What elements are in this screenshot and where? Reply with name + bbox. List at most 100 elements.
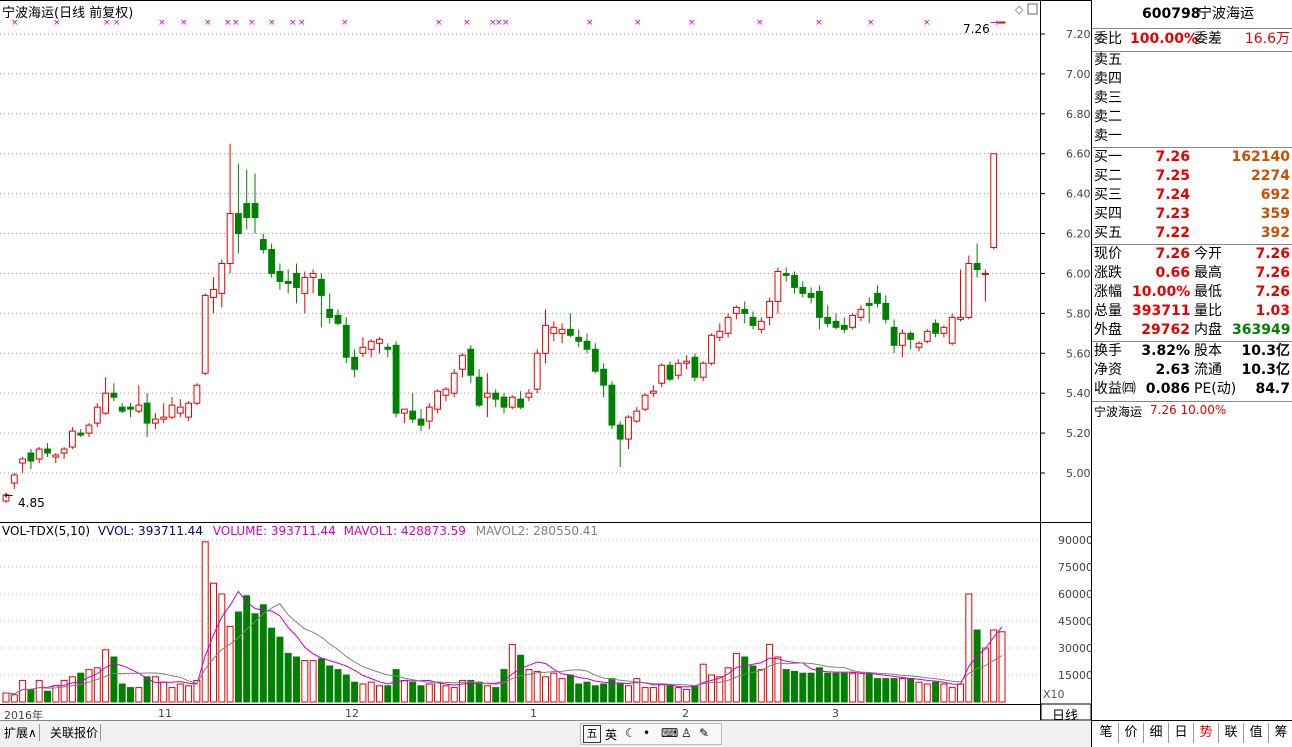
candle-body (691, 356, 699, 378)
candle-body (591, 348, 599, 372)
volume-bar (882, 678, 890, 703)
min-arrow-icon: ← (4, 489, 13, 502)
signal-marker: × (756, 18, 764, 28)
fund-row: 收益㈣ 0.086 PE(动) 84.7 (1092, 380, 1292, 399)
volume-bar (666, 685, 674, 703)
candle-body (160, 416, 168, 420)
volume-bar (309, 660, 317, 703)
volume-bar (417, 685, 425, 703)
volume-bar (898, 678, 906, 703)
wrench-icon[interactable]: ✎ (699, 726, 709, 740)
volume-bar (923, 683, 931, 703)
buy1-row: 买一 7.26 162140 (1092, 148, 1292, 167)
volume-bar (907, 678, 915, 703)
signal-marker: × (502, 18, 510, 28)
volume-bar (550, 672, 558, 703)
candle-body (409, 410, 417, 420)
volume-bar (317, 658, 325, 703)
volume-bar (276, 636, 284, 703)
ime-logo-icon[interactable]: 五 (583, 725, 601, 743)
volume-bar (2, 692, 10, 703)
tab-chips[interactable]: 筹 (1269, 723, 1292, 743)
stat-value: 7.26 (1255, 246, 1290, 262)
volume-bar (957, 683, 964, 703)
weibi-row: 委比 100.00% 委差 16.6万 (1092, 30, 1292, 49)
volume-bar (566, 674, 574, 703)
punctuation-icon[interactable]: • (643, 726, 650, 740)
candle-body (508, 396, 516, 408)
candle-body (44, 448, 51, 454)
moon-icon[interactable]: ☾ (625, 726, 636, 740)
candle-body (782, 272, 790, 276)
candle-body (923, 330, 931, 342)
candle-body (566, 328, 574, 336)
volume-bar (492, 687, 500, 703)
volume-bar (674, 687, 682, 703)
volume-bar (127, 687, 134, 703)
candle-body (633, 410, 641, 422)
fund-value: 3.82% (1141, 343, 1190, 359)
volume-bar (981, 647, 989, 703)
volume-bar (483, 685, 491, 703)
volume-bar (185, 685, 193, 703)
tab-value[interactable]: 值 (1244, 723, 1269, 743)
volume-bar (857, 672, 865, 703)
stock-code-row: 600798 宁波海运 (1092, 5, 1292, 24)
expand-tab[interactable]: 扩展∧ (2, 724, 40, 741)
candle-body (185, 402, 193, 418)
volume-value: VOLUME: 393711.44 (212, 524, 336, 538)
candle-body (459, 354, 466, 370)
tab-trades[interactable]: 笔 (1094, 723, 1119, 743)
ime-lang-toggle[interactable]: 英 (605, 726, 617, 743)
buy2-price: 7.25 (1155, 168, 1190, 184)
fund-row: 换手 3.82% 股本 10.3亿 (1092, 342, 1292, 361)
keyboard-icon[interactable]: ⌨ (661, 726, 678, 740)
candle-body (583, 340, 591, 350)
signal-marker: × (867, 18, 875, 28)
volume-unit: X10 (1043, 688, 1065, 701)
volume-bar (450, 687, 458, 703)
stat-label: 量比 (1194, 303, 1222, 319)
stat-row: 涨跌 0.66 最高 7.26 (1092, 264, 1292, 283)
candle-body (392, 344, 400, 414)
price-tick-label: 6.40 (1066, 188, 1091, 201)
candle-body (251, 203, 259, 219)
fund-label: 收益㈣ (1094, 381, 1136, 397)
stock-code: 600798 (1142, 6, 1201, 22)
volume-tick-label: 45000 (1058, 615, 1093, 628)
volume-bar (201, 541, 209, 703)
date-tick: 12 (345, 707, 359, 720)
candle-body (932, 322, 940, 334)
volume-bar (965, 593, 973, 703)
signal-marker: × (688, 18, 696, 28)
volume-bar (77, 672, 85, 703)
signal-marker: × (268, 18, 276, 28)
signal-marker: × (298, 18, 306, 28)
volume-bar (583, 681, 591, 703)
tab-price[interactable]: 价 (1119, 723, 1144, 743)
tab-trend[interactable]: 势 (1194, 723, 1219, 743)
volume-bar (708, 674, 715, 703)
related-quote-tab[interactable]: 关联报价 (48, 724, 102, 741)
min-price-label: 4.85 (18, 496, 45, 510)
person-icon[interactable]: ♙ (681, 726, 692, 740)
buy1-price: 7.26 (1155, 149, 1190, 165)
signal-marker: × (232, 18, 240, 28)
stat-label: 内盘 (1194, 322, 1222, 338)
volume-bar (915, 681, 923, 703)
candle-body (600, 368, 608, 386)
candle-body (434, 390, 442, 410)
candle-body (791, 274, 798, 288)
stat-label: 现价 (1094, 246, 1122, 262)
candle-body (93, 406, 101, 424)
candle-body (176, 406, 184, 414)
volume-bar (542, 676, 549, 703)
tab-daily[interactable]: 日 (1169, 723, 1194, 743)
status-bar: 扩展∧ 关联报价 五 英 ☾ • ⌨ ♙ ✎ (0, 720, 1091, 747)
candle-body (492, 392, 500, 400)
volume-bar (508, 643, 516, 703)
price-tick-label: 7.20 (1066, 28, 1091, 41)
tab-detail[interactable]: 细 (1144, 723, 1169, 743)
buy4-volume: 359 (1260, 206, 1290, 222)
tab-link[interactable]: 联 (1219, 723, 1244, 743)
